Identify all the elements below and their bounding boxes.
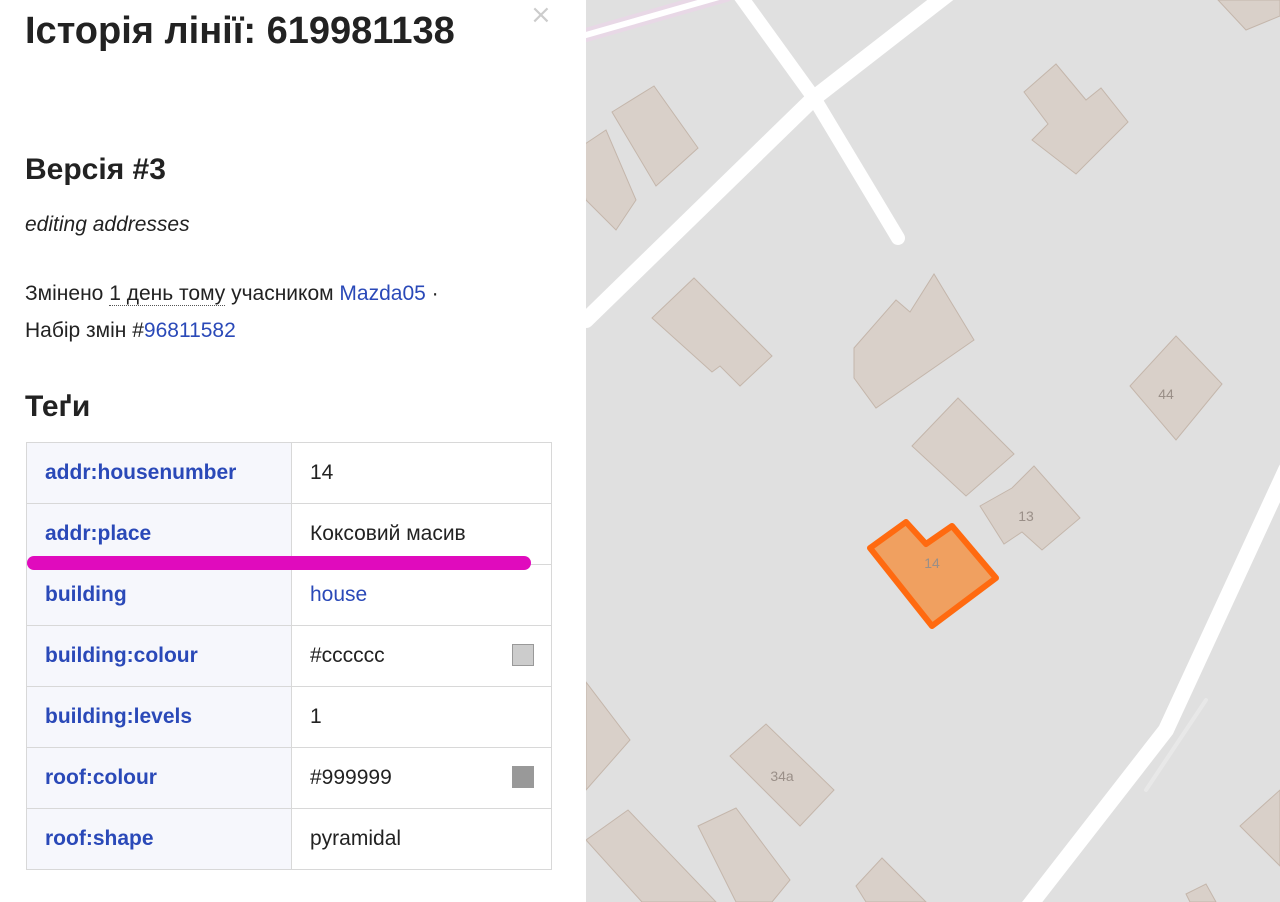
color-swatch (512, 766, 534, 788)
tag-value: 14 (291, 442, 552, 504)
map-canvas[interactable]: 14 44 13 34a (586, 0, 1280, 902)
tag-key-link[interactable]: addr:housenumber (26, 442, 292, 504)
table-row: building:levels 1 (26, 686, 552, 748)
by-text: учасником (225, 282, 340, 305)
history-panel: × Історія лінії: 619981138 Версія #3 edi… (0, 0, 586, 902)
changeset-prefix: Набір змін # (25, 319, 144, 342)
house-number-label: 44 (1158, 386, 1174, 402)
changed-prefix: Змінено (25, 282, 110, 305)
time-ago: 1 день тому (109, 282, 226, 306)
selected-building[interactable] (867, 519, 999, 629)
tag-value: 1 (291, 686, 552, 748)
building[interactable] (853, 273, 975, 409)
building[interactable] (586, 129, 637, 231)
tag-value-link[interactable]: house (291, 564, 552, 626)
table-row: roof:colour #999999 (26, 747, 552, 809)
house-number-label: 13 (1018, 508, 1034, 524)
page-title: Історія лінії: 619981138 (25, 10, 455, 52)
road-east (1022, 464, 1280, 902)
building[interactable] (1239, 789, 1280, 867)
version-meta: Змінено 1 день тому учасником Mazda05 · … (25, 275, 545, 349)
building[interactable] (911, 397, 1015, 497)
tag-key-link[interactable]: building:colour (26, 625, 292, 687)
map-view[interactable]: 14 44 13 34a (586, 0, 1280, 902)
building[interactable] (1217, 0, 1280, 31)
building[interactable] (1023, 63, 1129, 175)
tag-key-link[interactable]: building (26, 564, 292, 626)
road-north (734, 0, 821, 105)
building[interactable] (586, 681, 631, 791)
table-row: building house (26, 564, 552, 626)
building[interactable] (697, 807, 791, 902)
separator: · (425, 282, 439, 305)
building[interactable] (1185, 883, 1217, 902)
table-row: addr:housenumber 14 (26, 442, 552, 504)
tag-value: pyramidal (291, 808, 552, 870)
building[interactable] (855, 857, 927, 902)
highlight-marker (27, 556, 531, 570)
road-south-branch (807, 91, 905, 245)
tag-value-cell: #cccccc (291, 625, 552, 687)
building[interactable] (651, 277, 773, 387)
house-number-label: 34a (770, 768, 794, 784)
building[interactable] (586, 809, 717, 902)
user-link[interactable]: Mazda05 (339, 282, 425, 305)
tag-value: #cccccc (310, 644, 385, 667)
table-row: roof:shape pyramidal (26, 808, 552, 870)
tag-key-link[interactable]: roof:colour (26, 747, 292, 809)
buildings (586, 0, 1280, 902)
building[interactable] (611, 85, 699, 187)
building[interactable] (1129, 335, 1223, 441)
tag-value: #999999 (310, 766, 392, 789)
house-number-label: 14 (924, 555, 940, 571)
tags-heading: Теґи (25, 390, 91, 423)
version-heading: Версія #3 (25, 153, 166, 186)
changeset-comment: editing addresses (25, 213, 190, 236)
table-row: building:colour #cccccc (26, 625, 552, 687)
changeset-link[interactable]: 96811582 (144, 319, 236, 342)
color-swatch (512, 644, 534, 666)
tag-value-cell: #999999 (291, 747, 552, 809)
close-icon[interactable]: × (530, 2, 552, 28)
tags-table: addr:housenumber 14 addr:place Коксовий … (26, 442, 552, 870)
tag-key-link[interactable]: building:levels (26, 686, 292, 748)
tag-key-link[interactable]: roof:shape (26, 808, 292, 870)
